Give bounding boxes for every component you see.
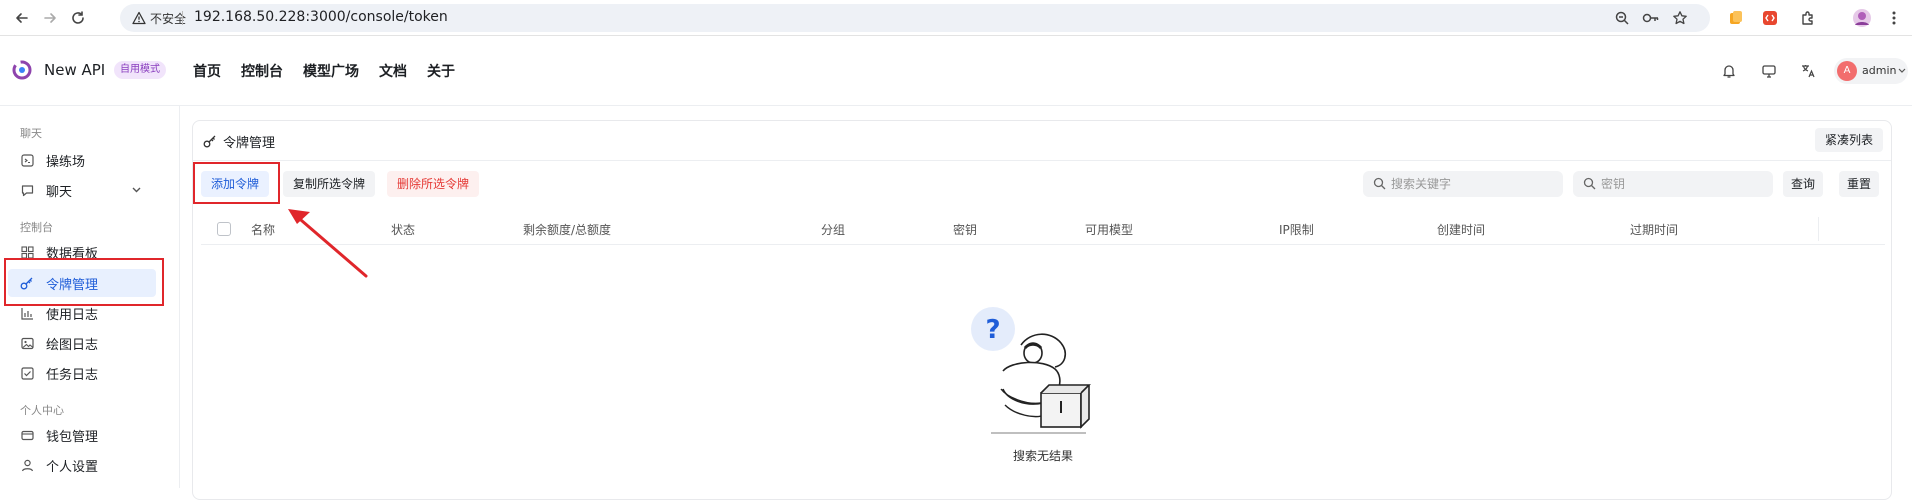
table-header: 名称 状态 剩余额度/总额度 分组 密钥 可用模型 IP限制 创建时间 过期时间 [201,213,1885,245]
sidebar-section-chat: 聊天 [20,127,42,140]
mode-badge: 自用模式 [114,61,166,79]
reset-button[interactable]: 重置 [1839,171,1880,197]
app-header: New API 自用模式 首页 控制台 模型广场 文档 关于 A admin [0,36,1912,106]
chevron-down-icon[interactable] [131,184,142,195]
column-group[interactable]: 分组 [821,221,845,238]
search-icon [1583,177,1596,190]
column-expires-at[interactable]: 过期时间 [1630,221,1678,238]
chat-icon [20,183,34,197]
nav-console[interactable]: 控制台 [241,61,283,81]
translate-icon[interactable] [1795,58,1821,84]
logo-icon[interactable] [12,60,32,80]
keyword-search-input[interactable] [1391,171,1551,197]
bookmark-star-icon[interactable] [1672,10,1688,26]
image-icon [20,336,34,350]
empty-state-illustration: ? [961,293,1101,443]
empty-state-text: 搜索无结果 [1012,449,1073,463]
browser-menu-icon[interactable] [1884,8,1904,28]
dashboard-icon [20,245,34,259]
card-header: 令牌管理 紧凑列表 [193,121,1891,161]
top-nav: 首页 控制台 模型广场 文档 关于 [193,61,455,81]
key-search-field[interactable] [1573,171,1773,197]
sidebar-item-playground[interactable]: 操练场 [8,146,156,174]
sidebar-section-personal: 个人中心 [20,404,64,417]
column-name[interactable]: 名称 [251,221,275,238]
delete-selected-tokens-button[interactable]: 删除所选令牌 [387,171,480,197]
nav-model-market[interactable]: 模型广场 [303,61,359,81]
url-text[interactable]: 192.168.50.228:3000/console/token [194,9,448,25]
column-created-at[interactable]: 创建时间 [1437,221,1485,238]
key-icon [203,134,217,148]
key-search-input[interactable] [1601,171,1761,197]
password-key-icon[interactable] [1642,10,1659,26]
select-all-checkbox[interactable] [217,222,231,236]
profile-avatar-icon[interactable] [1852,8,1872,28]
zoom-icon[interactable] [1614,10,1630,26]
column-models[interactable]: 可用模型 [1085,221,1133,238]
chevron-down-icon [1898,66,1906,74]
search-icon [1373,177,1386,190]
annotation-arrow-icon [288,209,368,278]
annotation-highlight-add-button [193,162,280,204]
sidebar-item-drawing-log[interactable]: 绘图日志 [8,329,156,357]
nav-home[interactable]: 首页 [193,61,221,81]
avatar: A [1837,61,1857,81]
sidebar-item-chat[interactable]: 聊天 [8,176,156,204]
brand-name[interactable]: New API [44,61,105,79]
wallet-icon [20,428,34,442]
browser-toolbar: 不安全 192.168.50.228:3000/console/token [0,0,1912,36]
checklist-icon [20,366,34,380]
sidebar-item-profile-settings[interactable]: 个人设置 [8,451,156,479]
sidebar-item-wallet[interactable]: 钱包管理 [8,421,156,449]
nav-docs[interactable]: 文档 [379,61,407,81]
address-bar[interactable]: 不安全 192.168.50.228:3000/console/token [120,4,1710,32]
user-name: admin [1862,64,1897,77]
svg-text:?: ? [985,315,1000,345]
extensions-puzzle-icon[interactable] [1798,8,1818,28]
sidebar-item-task-log[interactable]: 任务日志 [8,359,156,387]
nav-about[interactable]: 关于 [427,61,455,81]
warning-icon [132,11,146,25]
query-button[interactable]: 查询 [1783,171,1824,197]
page-title: 令牌管理 [223,136,276,151]
column-quota[interactable]: 剩余额度/总额度 [523,221,611,238]
reload-icon[interactable] [68,8,88,28]
annotation-highlight-sidebar [4,258,164,306]
back-icon[interactable] [12,8,32,28]
keyword-search-field[interactable] [1363,171,1563,197]
compact-list-toggle[interactable]: 紧凑列表 [1814,128,1883,152]
bar-chart-icon [20,306,34,320]
bell-icon[interactable] [1716,58,1742,84]
copy-selected-tokens-button[interactable]: 复制所选令牌 [283,171,376,197]
monitor-icon[interactable] [1756,58,1782,84]
user-menu[interactable]: A admin [1834,58,1908,84]
column-key[interactable]: 密钥 [953,221,977,238]
extension-red-icon[interactable] [1760,8,1780,28]
forward-icon[interactable] [40,8,60,28]
extension-orange-icon[interactable] [1726,8,1746,28]
playground-icon [20,153,34,167]
user-icon [20,458,34,472]
token-card: 令牌管理 紧凑列表 添加令牌 复制所选令牌 删除所选令牌 查询 重置 名称 状态… [192,120,1892,500]
sidebar-section-console: 控制台 [20,221,53,234]
column-status[interactable]: 状态 [391,221,415,238]
security-label: 不安全 [150,12,187,26]
column-ip-limit[interactable]: IP限制 [1279,221,1314,238]
